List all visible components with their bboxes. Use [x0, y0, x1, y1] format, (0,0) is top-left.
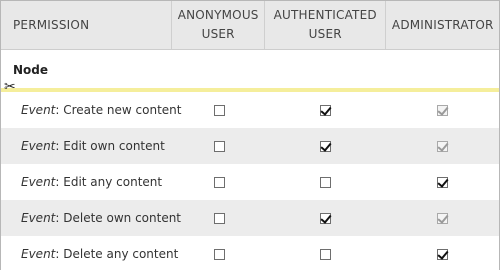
anonymous-cell	[173, 200, 265, 236]
administrator-checkbox	[437, 104, 448, 116]
header-administrator-label: ADMINISTRATOR	[391, 17, 494, 32]
header-anonymous-line2: USER	[201, 27, 235, 41]
anonymous-checkbox[interactable]	[213, 176, 225, 188]
section-node: Node ✂	[1, 50, 499, 95]
anonymous-checkbox[interactable]	[213, 140, 225, 152]
table-row: Event: Edit own content	[1, 128, 499, 164]
header-authenticated-line1: AUTHENTICATED	[273, 8, 377, 22]
permission-label: : Edit any content	[55, 175, 163, 189]
administrator-checkbox[interactable]	[437, 176, 448, 188]
permission-prefix: Event	[21, 139, 56, 153]
authenticated-checkbox[interactable]	[320, 140, 331, 152]
permission-name: Event: Edit any content	[1, 164, 173, 200]
administrator-checkbox[interactable]	[437, 248, 448, 260]
administrator-cell	[386, 92, 499, 128]
permission-name: Event: Delete any content	[1, 236, 178, 272]
administrator-cell	[386, 200, 499, 236]
table-header: PERMISSION ANONYMOUS USER AUTHENTICATED …	[1, 1, 499, 50]
authenticated-cell	[265, 236, 386, 272]
permission-label: : Edit own content	[55, 139, 165, 153]
header-permission: PERMISSION	[1, 1, 173, 49]
permission-prefix: Event	[21, 103, 56, 117]
table-row: Event: Delete own content	[1, 200, 499, 236]
permission-name: Event: Delete own content	[1, 200, 181, 236]
header-administrator: ADMINISTRATOR	[386, 1, 499, 49]
administrator-checkbox	[437, 140, 448, 152]
scissors-icon: ✂	[4, 79, 16, 95]
authenticated-cell	[265, 164, 386, 200]
permissions-table: PERMISSION ANONYMOUS USER AUTHENTICATED …	[0, 0, 500, 272]
permission-name: Event: Edit own content	[1, 128, 173, 164]
permission-label: : Delete any content	[55, 247, 179, 261]
authenticated-checkbox[interactable]	[320, 248, 331, 260]
header-permission-label: PERMISSION	[13, 17, 90, 32]
authenticated-cell	[265, 128, 386, 164]
permission-prefix: Event	[21, 211, 56, 225]
permission-label: : Create new content	[55, 103, 182, 117]
permission-name: Event: Create new content	[1, 92, 182, 128]
permission-prefix: Event	[21, 175, 56, 189]
administrator-cell	[386, 128, 499, 164]
administrator-checkbox	[437, 212, 448, 224]
administrator-cell	[386, 236, 499, 272]
administrator-cell	[386, 164, 499, 200]
section-label: Node	[13, 63, 49, 77]
anonymous-cell	[173, 128, 265, 164]
table-row: Event: Edit any content	[1, 164, 499, 200]
authenticated-checkbox[interactable]	[320, 212, 331, 224]
table-row: Event: Delete any content	[1, 236, 499, 272]
anonymous-checkbox[interactable]	[213, 104, 225, 116]
anonymous-cell	[173, 236, 265, 272]
anonymous-cell	[173, 164, 265, 200]
permission-label: : Delete own content	[55, 211, 182, 225]
table-row: Event: Create new content	[1, 92, 499, 128]
permission-prefix: Event	[21, 247, 56, 261]
header-anonymous-line1: ANONYMOUS	[177, 8, 259, 22]
anonymous-cell	[173, 92, 265, 128]
anonymous-checkbox[interactable]	[213, 248, 225, 260]
authenticated-cell	[265, 92, 386, 128]
permission-rows: Event: Create new content Event: Edit own…	[1, 92, 499, 272]
header-anonymous-user: ANONYMOUS USER	[172, 1, 265, 49]
anonymous-checkbox[interactable]	[213, 212, 225, 224]
authenticated-checkbox[interactable]	[320, 104, 331, 116]
authenticated-cell	[265, 200, 386, 236]
cut-line	[1, 88, 499, 92]
header-authenticated-line2: USER	[308, 27, 342, 41]
authenticated-checkbox[interactable]	[320, 176, 331, 188]
header-authenticated-user: AUTHENTICATED USER	[265, 1, 387, 49]
